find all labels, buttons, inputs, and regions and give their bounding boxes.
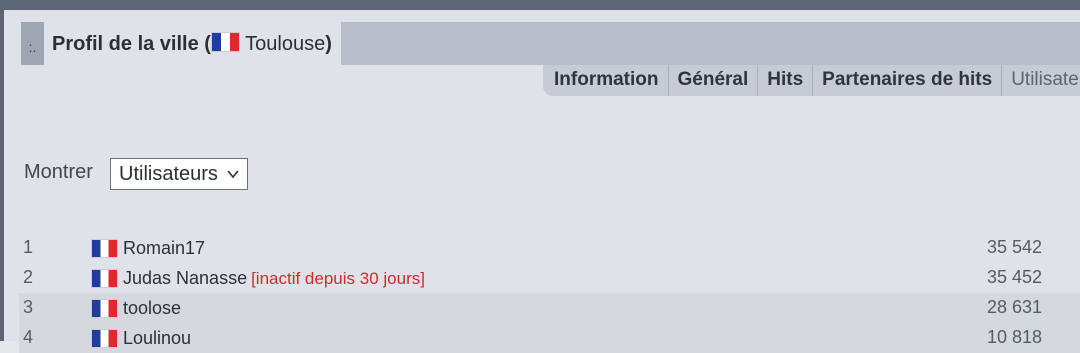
- profile-tabs: Information Général Hits Partenaires de …: [543, 65, 1080, 96]
- page-title-suffix: ): [325, 33, 332, 55]
- france-flag-icon: [91, 269, 118, 288]
- user-hits: 35 542: [986, 237, 1042, 257]
- page-title-city: Toulouse: [245, 33, 326, 55]
- show-filter-label: Montrer: [24, 161, 93, 183]
- page-title-prefix: Profil de la ville (: [52, 33, 211, 55]
- user-hits: 28 631: [986, 297, 1042, 317]
- user-name-link[interactable]: toolose: [123, 298, 181, 319]
- inactive-note: [inactif depuis 30 jours]: [251, 269, 425, 288]
- france-flag-icon: [91, 239, 118, 258]
- user-rank: 2: [23, 267, 34, 287]
- user-hits: 10 818: [986, 327, 1042, 347]
- show-filter-value: Utilisateurs: [119, 163, 218, 185]
- user-hits: 35 452: [986, 267, 1042, 287]
- user-row: 2 Judas Nanasse [inactif depuis 30 jours]…: [19, 263, 1080, 293]
- city-profile-panel: :. Profil de la ville ( Toulouse) Inform…: [4, 10, 1080, 353]
- user-name: Loulinou: [123, 328, 192, 348]
- tab-hits[interactable]: Hits: [757, 65, 812, 96]
- title-bar: :. Profil de la ville ( Toulouse): [21, 22, 1080, 65]
- user-rank: 4: [23, 327, 34, 347]
- france-flag-icon: [91, 299, 118, 318]
- user-name: Romain17: [123, 238, 206, 258]
- tab-general[interactable]: Général: [667, 65, 758, 96]
- user-row: 1 Romain17 35 542: [19, 233, 1080, 263]
- user-name: Judas Nanasse: [123, 268, 248, 288]
- tab-information[interactable]: Information: [543, 65, 668, 96]
- tab-users[interactable]: Utilisateurs: [1001, 65, 1080, 96]
- user-rank: 1: [23, 237, 34, 257]
- tab-hit-partners[interactable]: Partenaires de hits: [812, 65, 1001, 96]
- user-name-link[interactable]: Loulinou: [123, 328, 191, 349]
- user-rank: 3: [23, 297, 34, 317]
- france-flag-icon: [210, 32, 240, 52]
- show-filter-select[interactable]: Utilisateurs: [110, 158, 248, 190]
- user-name-link[interactable]: Romain17: [123, 238, 205, 259]
- top-banner-strip: [0, 0, 1080, 10]
- page-title: Profil de la ville ( Toulouse): [44, 22, 341, 65]
- user-row: 4 Loulinou 10 818: [19, 323, 1080, 353]
- chevron-down-icon: [227, 170, 239, 179]
- user-name: toolose: [123, 298, 182, 318]
- title-dots: :.: [21, 22, 44, 65]
- user-row: 3 toolose 28 631: [19, 293, 1080, 323]
- france-flag-icon: [91, 329, 118, 348]
- user-name-link[interactable]: Judas Nanasse [inactif depuis 30 jours]: [123, 268, 425, 289]
